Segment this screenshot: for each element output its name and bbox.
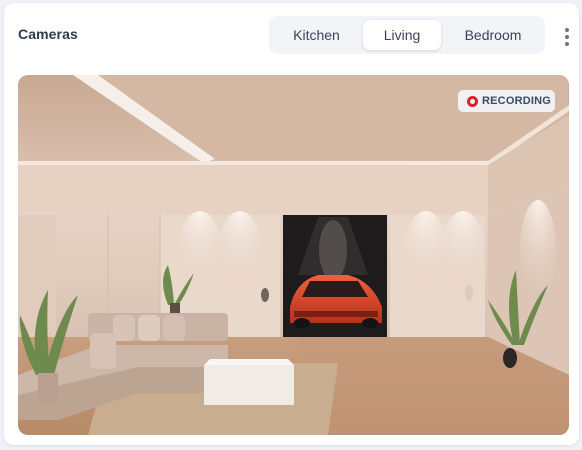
tab-living[interactable]: Living: [363, 20, 441, 50]
room-tabs: Kitchen Living Bedroom: [269, 16, 545, 54]
card-title: Cameras: [18, 26, 78, 42]
tab-bedroom[interactable]: Bedroom: [447, 20, 539, 50]
camera-feed[interactable]: RECORDING: [18, 75, 569, 435]
record-dot-icon: [467, 95, 478, 107]
recording-label: RECORDING: [482, 95, 552, 107]
recording-badge: RECORDING: [458, 90, 555, 112]
tab-kitchen[interactable]: Kitchen: [275, 20, 358, 50]
cameras-card: Cameras Kitchen Living Bedroom RECORDING: [4, 3, 579, 445]
living-room-camera-image: [18, 75, 569, 435]
kebab-menu-icon[interactable]: [562, 28, 572, 46]
